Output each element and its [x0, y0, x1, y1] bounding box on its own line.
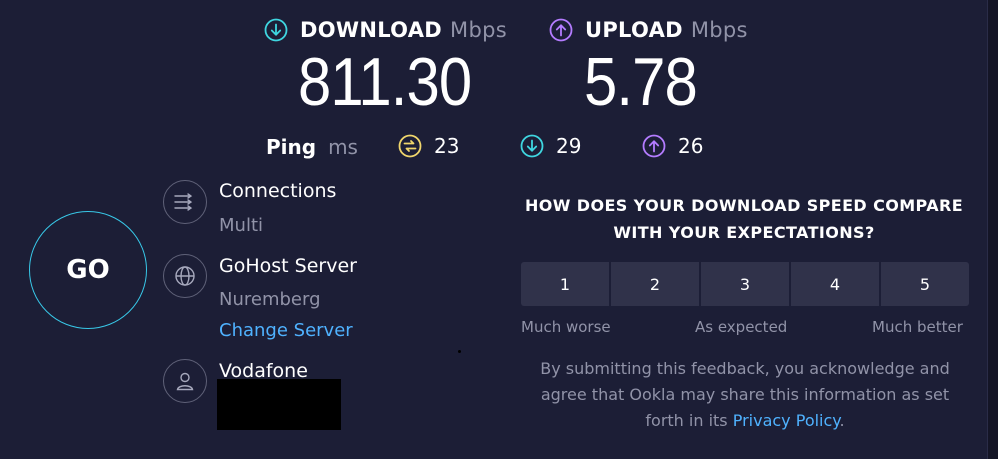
download-label: DOWNLOAD	[300, 18, 443, 42]
ping-download-value: 29	[556, 134, 582, 158]
upload-header: UPLOAD Mbps	[549, 18, 748, 42]
scale-high-label: Much better	[872, 318, 963, 336]
disclaimer-suffix: .	[839, 411, 845, 430]
ping-unit: ms	[328, 135, 358, 159]
connections-icon	[163, 180, 207, 224]
rating-scale: 1 2 3 4 5	[521, 262, 969, 306]
ping-upload-icon	[642, 134, 666, 158]
ping-upload-value: 26	[678, 134, 704, 158]
feedback-question-line2: WITH YOUR EXPECTATIONS?	[613, 223, 875, 242]
privacy-policy-link[interactable]: Privacy Policy	[733, 411, 840, 430]
scale-mid-label: As expected	[695, 318, 788, 336]
feedback-question-line1: HOW DOES YOUR DOWNLOAD SPEED COMPARE	[524, 196, 964, 215]
upload-speed-value: 5.78	[584, 44, 698, 120]
download-header: DOWNLOAD Mbps	[264, 18, 507, 42]
scale-low-label: Much worse	[521, 318, 611, 336]
ping-idle-icon	[398, 134, 422, 158]
upload-arrow-icon	[549, 18, 573, 42]
ping-download: 29	[520, 134, 581, 158]
disclaimer-line3: forth in its Privacy Policy.	[515, 408, 975, 434]
ping-label: Ping	[266, 135, 317, 159]
disclaimer-line1: By submitting this feedback, you acknowl…	[540, 359, 950, 378]
change-server-link[interactable]: Change Server	[219, 320, 353, 341]
rating-button-3[interactable]: 3	[701, 262, 789, 306]
upload-unit: Mbps	[690, 18, 748, 42]
server-name: GoHost Server	[219, 255, 357, 277]
feedback-disclaimer: By submitting this feedback, you acknowl…	[515, 356, 975, 434]
disclaimer-line3-prefix: forth in its	[645, 411, 733, 430]
redacted-block	[217, 379, 341, 430]
artifact-dot	[458, 350, 461, 353]
ping-label-group: Ping ms	[266, 135, 358, 159]
rating-button-2[interactable]: 2	[611, 262, 699, 306]
rating-button-1[interactable]: 1	[521, 262, 609, 306]
feedback-question: HOW DOES YOUR DOWNLOAD SPEED COMPARE WIT…	[520, 192, 968, 246]
ping-idle-value: 23	[434, 134, 460, 158]
connections-value: Multi	[219, 215, 263, 236]
go-button[interactable]: GO	[29, 211, 147, 329]
results-panel: DOWNLOAD Mbps 811.30 UPLOAD Mbps 5.78 Pi…	[0, 0, 988, 459]
user-icon	[163, 359, 207, 403]
connections-title: Connections	[219, 180, 337, 202]
rating-button-5[interactable]: 5	[881, 262, 969, 306]
upload-label: UPLOAD	[585, 18, 683, 42]
download-arrow-icon	[264, 18, 288, 42]
rating-button-4[interactable]: 4	[791, 262, 879, 306]
ping-upload: 26	[642, 134, 703, 158]
ping-download-icon	[520, 134, 544, 158]
disclaimer-line2: agree that Ookla may share this informat…	[540, 385, 950, 404]
globe-icon	[163, 254, 207, 298]
ping-idle: 23	[398, 134, 459, 158]
server-location: Nuremberg	[219, 289, 321, 310]
download-speed-value: 811.30	[298, 44, 472, 120]
download-unit: Mbps	[450, 18, 507, 42]
